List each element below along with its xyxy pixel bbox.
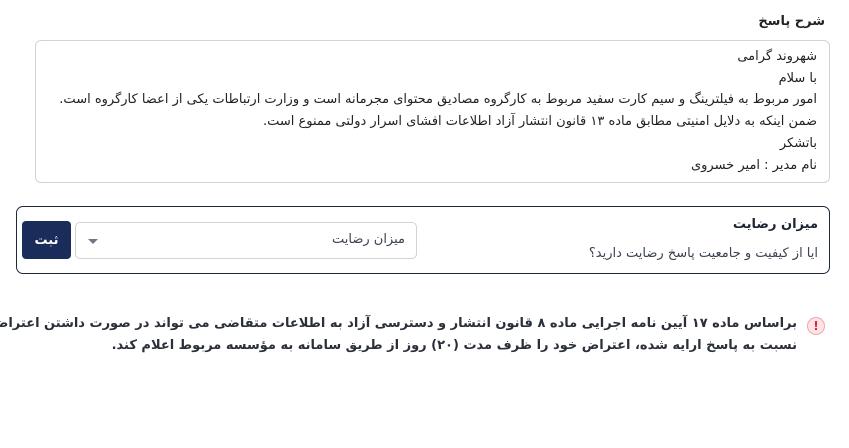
chevron-down-icon [88, 239, 98, 244]
warning-icon: ! [807, 317, 825, 335]
notice-text: براساس ماده ۱۷ آیین نامه اجرایی ماده ۸ ق… [0, 313, 797, 357]
notice-line: نسبت به پاسخ ارایه شده، اعتراض خود را ظر… [111, 338, 797, 353]
answer-line: شهروند گرامی [737, 49, 817, 64]
satisfaction-title: میزان رضایت [732, 217, 818, 232]
answer-line: امور مربوط به فیلترینگ و سیم کارت سفید م… [59, 92, 817, 108]
answer-line: نام مدیر : امیر خسروی [690, 157, 817, 173]
satisfaction-select[interactable]: میزان رضایت [75, 222, 417, 259]
satisfaction-question: ایا از کیفیت و جامعیت پاسخ رضایت دارید؟ [588, 246, 818, 261]
submit-button[interactable]: ثبت [22, 221, 71, 259]
page: شرح پاسخ شهروند گرامی با سلام امور مربوط… [0, 0, 849, 448]
notice-line: براساس ماده ۱۷ آیین نامه اجرایی ماده ۸ ق… [0, 316, 797, 331]
answer-textarea[interactable]: شهروند گرامی با سلام امور مربوط به فیلتر… [35, 40, 830, 183]
select-value: میزان رضایت [331, 232, 405, 247]
answer-line: ضمن اینکه به دلایل امنیتی مطابق ماده ۱۳ … [262, 114, 817, 130]
answer-label: شرح پاسخ [758, 14, 825, 29]
answer-line: باتشکر [779, 135, 817, 151]
satisfaction-card: میزان رضایت ایا از کیفیت و جامعیت پاسخ ر… [16, 206, 830, 274]
answer-line: با سلام [778, 70, 817, 86]
